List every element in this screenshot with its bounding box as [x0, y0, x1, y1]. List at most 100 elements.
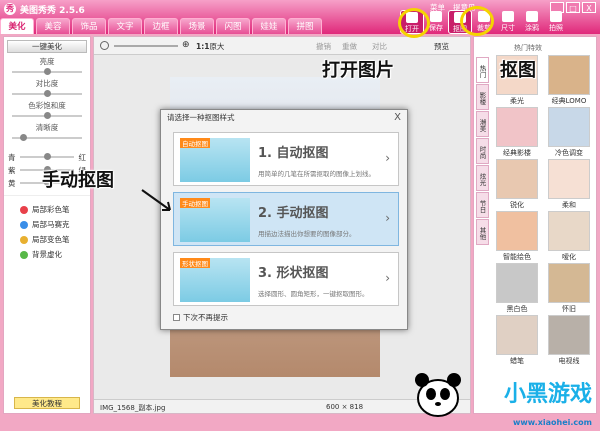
- tab-border[interactable]: 边框: [144, 18, 178, 34]
- effect-item[interactable]: 冷色调变: [546, 107, 592, 158]
- saturation-slider[interactable]: 色彩饱和度: [4, 100, 90, 122]
- preview-button[interactable]: 预览: [434, 41, 449, 52]
- save-icon: [430, 11, 442, 22]
- color-brush-icon: [20, 205, 28, 214]
- zoom-ratio[interactable]: 1:1原大: [196, 41, 224, 52]
- compare-button[interactable]: 对比: [372, 41, 387, 52]
- effect-item[interactable]: 电视线: [546, 315, 592, 366]
- option-thumbnail: 手动抠图: [180, 198, 250, 242]
- effect-item[interactable]: 经典LOMO: [546, 55, 592, 106]
- blur-background-item[interactable]: 背景虚化: [4, 247, 90, 262]
- effects-tab-hot[interactable]: 热门: [476, 57, 489, 83]
- contrast-slider[interactable]: 对比度: [4, 78, 90, 100]
- slider-knob[interactable]: [44, 90, 51, 97]
- redo-button[interactable]: 重做: [342, 41, 357, 52]
- slider-knob[interactable]: [19, 134, 27, 141]
- doodle-button[interactable]: 涂鸦: [520, 10, 544, 34]
- slider-knob[interactable]: [44, 153, 51, 160]
- resize-button[interactable]: 尺寸: [496, 10, 520, 34]
- dialog-title: 请选择一种抠图样式: [167, 113, 235, 122]
- image-dimensions: 600 × 818: [326, 403, 364, 411]
- one-key-beautify-button[interactable]: 一键美化: [7, 40, 87, 53]
- highlight-circle-cutout: [460, 6, 494, 36]
- app-logo-icon: 秀: [4, 3, 16, 15]
- watermark-url: www.xiaohei.com: [513, 418, 592, 427]
- highlight-circle-open: [398, 8, 430, 38]
- tutorial-button[interactable]: 美化教程: [14, 397, 80, 409]
- brush-list: 局部彩色笔 局部马赛克 局部变色笔 背景虚化: [4, 195, 90, 262]
- effect-thumbnail: [496, 107, 538, 147]
- slider-knob[interactable]: [44, 112, 51, 119]
- effect-thumbnail: [496, 315, 538, 355]
- option-description: 选择圆形、圆角矩形，一键抠取图形。: [258, 290, 369, 298]
- option-description: 用简单的几笔在所需抠取的图像上划线。: [258, 170, 375, 178]
- option-thumbnail: 自动抠图: [180, 138, 250, 182]
- effect-item[interactable]: 经典影楼: [494, 107, 540, 158]
- effect-thumbnail: [496, 159, 538, 199]
- checkbox-box[interactable]: [173, 314, 180, 321]
- shape-cutout-option[interactable]: 形状抠图 3. 形状抠图 选择圆形、圆角矩形，一键抠取图形。 ›: [173, 252, 399, 306]
- effect-item[interactable]: 黑白色: [494, 263, 540, 314]
- effects-tab-glow[interactable]: 炫光: [476, 165, 489, 191]
- auto-cutout-option[interactable]: 自动抠图 1. 自动抠图 用简单的几笔在所需抠取的图像上划线。 ›: [173, 132, 399, 186]
- color-brush-item[interactable]: 局部彩色笔: [4, 202, 90, 217]
- chevron-right-icon: ›: [385, 211, 390, 225]
- tab-collage[interactable]: 拼图: [288, 18, 322, 34]
- close-button[interactable]: X: [582, 2, 596, 13]
- effect-item[interactable]: 蜡笔: [494, 315, 540, 366]
- left-panel: 一键美化 亮度 对比度 色彩饱和度 清晰度 青红 紫绿 黄蓝 局部彩色笔 局部马…: [3, 36, 91, 414]
- cyan-red-slider[interactable]: 青红: [4, 150, 90, 163]
- effects-tab-studio[interactable]: 影楼: [476, 84, 489, 110]
- chevron-right-icon: ›: [385, 151, 390, 165]
- tab-text[interactable]: 文字: [108, 18, 142, 34]
- effects-tab-fashion[interactable]: 时尚: [476, 138, 489, 164]
- manual-cutout-option[interactable]: 手动抠图 2. 手动抠图 用描边法描出你想要的图像部分。 ›: [173, 192, 399, 246]
- effect-item[interactable]: 智能绘色: [494, 211, 540, 262]
- slider-knob[interactable]: [44, 68, 51, 75]
- tab-scene[interactable]: 场景: [180, 18, 214, 34]
- sharpness-slider[interactable]: 清晰度: [4, 122, 90, 144]
- tab-doll[interactable]: 娃娃: [252, 18, 286, 34]
- annotation-cutout: 抠图: [500, 60, 536, 81]
- recolor-icon: [20, 235, 28, 244]
- zoom-slider[interactable]: [114, 45, 178, 47]
- option-title: 3. 形状抠图: [258, 266, 329, 281]
- main-tabs: 美化 美容 饰品 文字 边框 场景 闪图 娃娃 拼图: [0, 18, 324, 34]
- tab-face[interactable]: 美容: [36, 18, 70, 34]
- tab-accessories[interactable]: 饰品: [72, 18, 106, 34]
- effects-header: 热门特效: [514, 44, 542, 52]
- dont-show-again-checkbox[interactable]: 下次不再提示: [173, 312, 228, 323]
- brightness-slider[interactable]: 亮度: [4, 56, 90, 78]
- tab-flash[interactable]: 闪图: [216, 18, 250, 34]
- effect-thumbnail: [496, 263, 538, 303]
- mosaic-brush-item[interactable]: 局部马赛克: [4, 217, 90, 232]
- option-title: 1. 自动抠图: [258, 146, 329, 161]
- zoom-in-icon[interactable]: ⊕: [182, 40, 190, 50]
- effects-tabs: 热门 影楼 潮美 时尚 炫光 节日 其他: [476, 57, 490, 246]
- effect-item[interactable]: 锐化: [494, 159, 540, 210]
- effect-item[interactable]: 怀旧: [546, 263, 592, 314]
- effects-tab-other[interactable]: 其他: [476, 219, 489, 245]
- undo-button[interactable]: 撤销: [316, 41, 331, 52]
- chevron-right-icon: ›: [385, 271, 390, 285]
- canvas-toolbar: ⊕ 1:1原大 撤销 重做 对比 预览: [94, 37, 470, 55]
- effect-thumbnail: [548, 159, 590, 199]
- annotation-open-image: 打开图片: [322, 60, 394, 81]
- camera-icon: [550, 11, 562, 22]
- file-name: IMG_1568_副本.jpg: [100, 404, 166, 412]
- effect-item[interactable]: 嗳化: [546, 211, 592, 262]
- zoom-out-icon[interactable]: [100, 41, 109, 50]
- dialog-close-button[interactable]: X: [394, 112, 401, 123]
- effects-tab-trendy[interactable]: 潮美: [476, 111, 489, 137]
- effects-panel: 热门特效 热门 影楼 潮美 时尚 炫光 节日 其他 柔光 经典LOMO 经典影楼…: [473, 36, 597, 414]
- tab-beautify[interactable]: 美化: [0, 18, 34, 34]
- app-title: 美图秀秀 2.5.6: [20, 6, 85, 16]
- maximize-button[interactable]: □: [566, 2, 580, 13]
- camera-button[interactable]: 拍照: [544, 10, 568, 34]
- resize-icon: [502, 11, 514, 22]
- effect-thumbnail: [548, 263, 590, 303]
- effect-item[interactable]: 柔和: [546, 159, 592, 210]
- effects-grid: 柔光 经典LOMO 经典影楼 冷色调变 锐化 柔和 智能绘色 嗳化 黑白色 怀旧…: [494, 55, 592, 366]
- effects-tab-festival[interactable]: 节日: [476, 192, 489, 218]
- recolor-brush-item[interactable]: 局部变色笔: [4, 232, 90, 247]
